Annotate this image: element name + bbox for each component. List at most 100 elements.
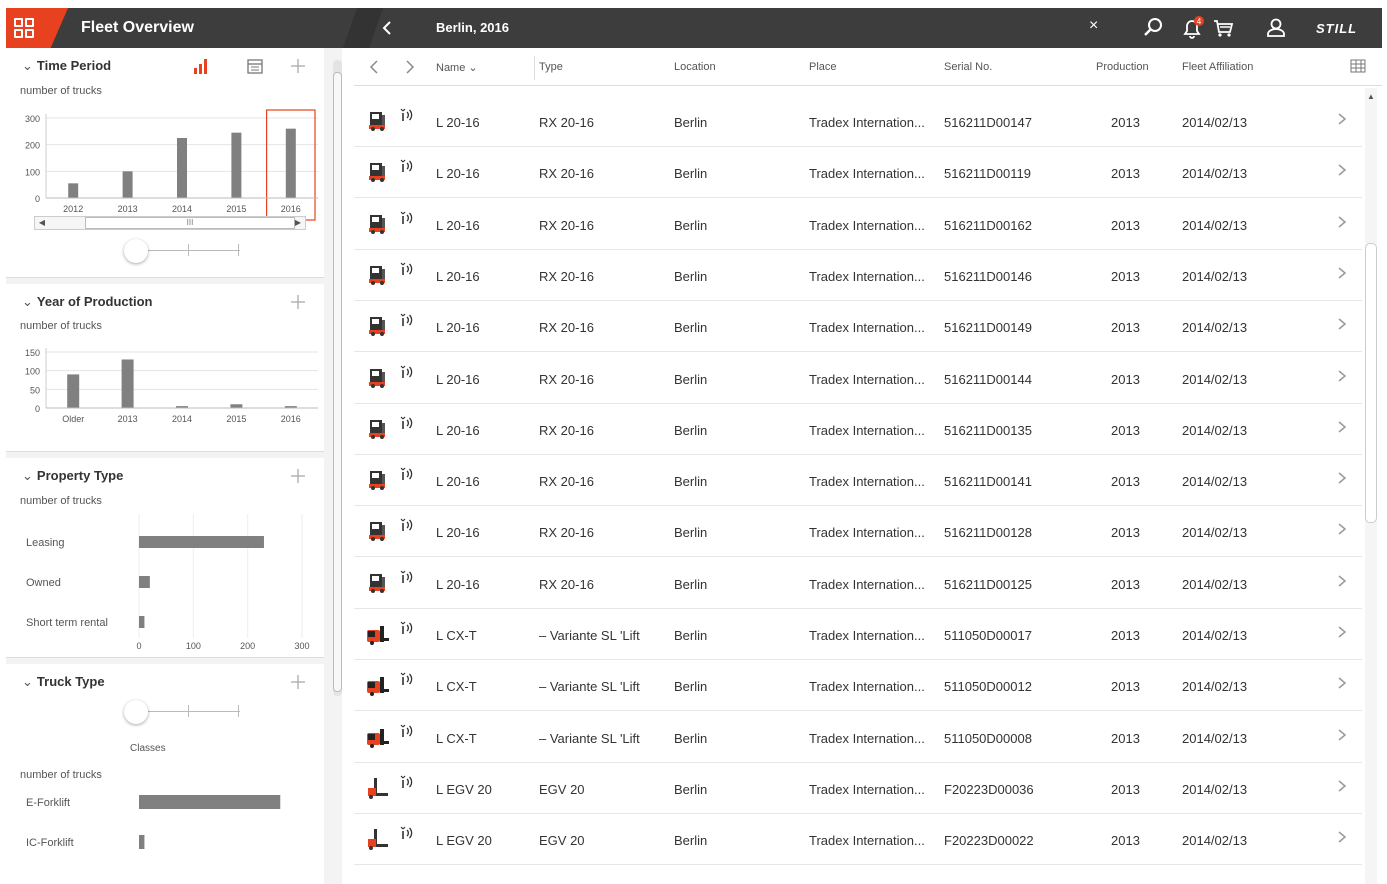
cell-type: – Variante SL 'Lift	[539, 730, 640, 746]
next-column-arrow[interactable]	[402, 58, 418, 76]
scroll-right-arrow[interactable]: ▶	[291, 217, 305, 229]
table-row[interactable]: L EGV 20 EGV 20 Berlin Tradex Internation..…	[354, 814, 1362, 866]
user-button[interactable]	[1262, 14, 1290, 42]
close-breadcrumb-button[interactable]: ×	[1089, 17, 1098, 35]
brand-logo: STILL	[1316, 21, 1358, 36]
app-menu-button[interactable]	[6, 8, 68, 48]
time-period-section: ⌄ Time Period number of trucks 300 200 100 0…	[6, 48, 324, 278]
notifications-button[interactable]: 4	[1178, 14, 1206, 42]
scroll-left-arrow[interactable]: ◀	[35, 217, 49, 229]
plus-icon[interactable]	[289, 293, 307, 311]
column-header-production[interactable]: Production	[1096, 61, 1149, 73]
y-tick-label: 100	[25, 167, 40, 177]
bar-Older[interactable]	[67, 374, 80, 408]
table-row[interactable]: L 20-16 RX 20-16 Berlin Tradex Internation.…	[354, 250, 1362, 301]
table-row[interactable]: L 20-16 RX 20-16 Berlin Tradex Internation.…	[354, 558, 1362, 609]
cell-name: L EGV 20	[436, 781, 492, 797]
column-header-place[interactable]: Place	[809, 61, 837, 73]
plus-icon[interactable]	[289, 57, 307, 75]
bar-short-term-rental[interactable]	[139, 616, 145, 628]
bar-2015[interactable]	[231, 132, 242, 198]
row-detail-chevron-icon[interactable]	[1337, 779, 1347, 796]
bar-ic-forklift[interactable]	[139, 835, 145, 849]
row-detail-chevron-icon[interactable]	[1337, 625, 1347, 642]
column-header-serial[interactable]: Serial No.	[944, 61, 992, 73]
table-row[interactable]: L 20-16 RX 20-16 Berlin Tradex Internation.…	[354, 404, 1362, 455]
row-detail-chevron-icon[interactable]	[1337, 112, 1347, 129]
column-header-name[interactable]: Name ⌄	[436, 61, 478, 74]
wireless-signal-icon	[399, 158, 415, 177]
filter-panel-scrollbar[interactable]	[333, 60, 342, 696]
table-row[interactable]: L 20-16 RX 20-16 Berlin Tradex Internation.…	[354, 506, 1362, 558]
row-detail-chevron-icon[interactable]	[1337, 420, 1347, 437]
x-tick-label: 2013	[118, 204, 138, 214]
row-detail-chevron-icon[interactable]	[1337, 676, 1347, 693]
x-tick-label: 2015	[226, 414, 246, 424]
cell-name: L 20-16	[436, 525, 480, 541]
row-detail-chevron-icon[interactable]	[1337, 317, 1347, 334]
bar-leasing[interactable]	[139, 536, 264, 548]
time-period-toggle[interactable]: ⌄ Time Period	[22, 58, 111, 74]
row-detail-chevron-icon[interactable]	[1337, 728, 1347, 745]
column-header-location[interactable]: Location	[674, 61, 716, 73]
prev-column-arrow[interactable]	[366, 58, 382, 76]
table-row[interactable]: L 20-16 RX 20-16 Berlin Tradex Internation.…	[354, 96, 1362, 147]
table-row[interactable]: L 20-16 RX 20-16 Berlin Tradex Internation.…	[354, 301, 1362, 353]
row-detail-chevron-icon[interactable]	[1337, 830, 1347, 847]
table-row[interactable]: L CX-T – Variante SL 'Lift Berlin Tradex In…	[354, 712, 1362, 763]
scroll-up-arrow[interactable]: ▲	[1367, 92, 1375, 101]
bar-2015[interactable]	[230, 404, 243, 408]
cell-place: Tradex Internation...	[809, 576, 925, 592]
truck-type-toggle[interactable]: ⌄ Truck Type	[22, 674, 105, 690]
classes-slider-handle[interactable]	[124, 700, 148, 724]
row-detail-chevron-icon[interactable]	[1337, 163, 1347, 180]
bar-chart-icon[interactable]	[192, 57, 210, 75]
search-button[interactable]	[1139, 14, 1167, 42]
column-settings-icon[interactable]	[1350, 59, 1366, 73]
y-tick-label: 200	[25, 141, 40, 151]
cell-production: 2013	[1111, 320, 1140, 336]
plus-icon[interactable]	[289, 467, 307, 485]
bar-owned[interactable]	[139, 576, 150, 588]
table-row[interactable]: L 20-16 RX 20-16 Berlin Tradex Internation.…	[354, 353, 1362, 404]
table-row[interactable]: L 20-16 RX 20-16 Berlin Tradex Internation.…	[354, 455, 1362, 507]
bar-e-forklift[interactable]	[139, 795, 281, 809]
zoom-slider-handle[interactable]	[124, 239, 148, 263]
property-type-toggle[interactable]: ⌄ Property Type	[22, 468, 123, 484]
scroll-thumb[interactable]: III	[85, 217, 295, 229]
column-header-fleet-affiliation[interactable]: Fleet Affiliation	[1182, 61, 1253, 73]
cart-button[interactable]	[1209, 14, 1237, 42]
bar-2013[interactable]	[121, 359, 134, 408]
table-row[interactable]: L CX-T – Variante SL 'Lift Berlin Tradex In…	[354, 609, 1362, 660]
row-detail-chevron-icon[interactable]	[1337, 215, 1347, 232]
y-tick-label: 0	[35, 404, 40, 414]
table-row[interactable]: L 20-16 RX 20-16 Berlin Tradex Internation.…	[354, 199, 1362, 250]
table-scrollbar[interactable]: ▲	[1365, 88, 1377, 884]
filter-panel: ⌄ Time Period number of trucks 300 200 100 0…	[6, 48, 342, 884]
bar-2012[interactable]	[68, 183, 79, 198]
cell-place: Tradex Internation...	[809, 679, 925, 695]
back-button[interactable]	[378, 18, 398, 38]
table-scroll-thumb[interactable]	[1365, 243, 1377, 523]
column-header-type[interactable]: Type	[539, 61, 563, 73]
plus-icon[interactable]	[289, 673, 307, 691]
row-detail-chevron-icon[interactable]	[1337, 574, 1347, 591]
row-detail-chevron-icon[interactable]	[1337, 522, 1347, 539]
bar-2016[interactable]	[285, 128, 296, 198]
table-row[interactable]: L 20-16 RX 20-16 Berlin Tradex Internation.…	[354, 147, 1362, 199]
cell-name: L 20-16	[436, 320, 480, 336]
year-of-production-chart: 150 100 50 0 Older 2013 2014 2015 2016	[25, 348, 318, 424]
row-detail-chevron-icon[interactable]	[1337, 266, 1347, 283]
table-row[interactable]: L CX-T – Variante SL 'Lift Berlin Tradex In…	[354, 660, 1362, 712]
cell-type: RX 20-16	[539, 525, 594, 541]
row-detail-chevron-icon[interactable]	[1337, 471, 1347, 488]
time-period-scrollbar[interactable]: ◀ III ▶	[34, 216, 306, 230]
cell-production: 2013	[1111, 217, 1140, 233]
table-row[interactable]: L EGV 20 EGV 20 Berlin Tradex Internation..…	[354, 763, 1362, 814]
bar-2013[interactable]	[122, 171, 133, 198]
filter-panel-scroll-thumb[interactable]	[333, 72, 342, 692]
row-detail-chevron-icon[interactable]	[1337, 369, 1347, 386]
bar-2014[interactable]	[177, 138, 187, 198]
calendar-icon[interactable]	[246, 57, 264, 75]
year-of-production-toggle[interactable]: ⌄ Year of Production	[22, 294, 152, 310]
